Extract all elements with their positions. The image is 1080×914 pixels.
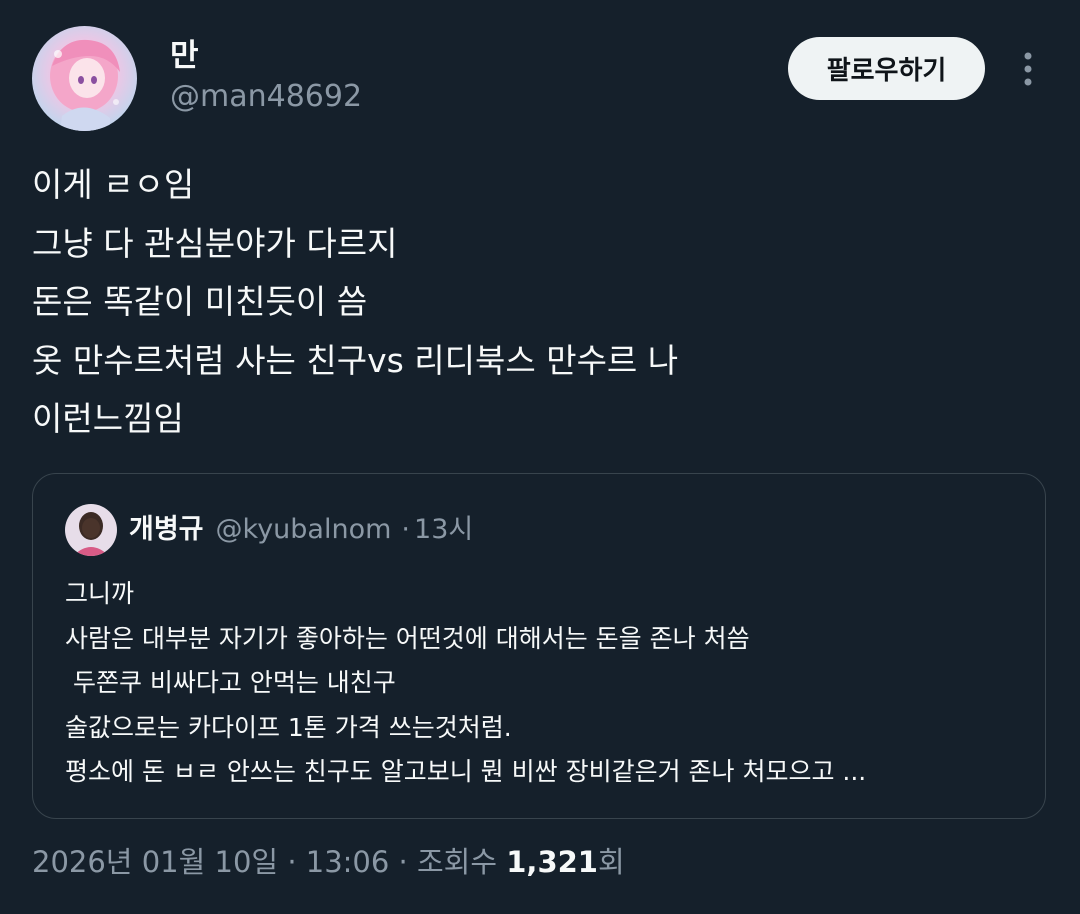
quoted-tweet-line: 평소에 돈 ㅂㄹ 안쓰는 친구도 알고보니 뭔 비싼 장비같은거 존나 처모으고…: [65, 757, 867, 786]
more-vertical-icon: [1024, 52, 1032, 86]
quoted-tweet-text: 그니까 사람은 대부분 자기가 좋아하는 어떤것에 대해서는 돈을 존나 처씀 …: [65, 572, 1025, 795]
separator-dot: ·: [287, 845, 297, 879]
anime-avatar-icon: [32, 26, 137, 131]
quoted-tweet-line: 두쫀쿠 비싸다고 안먹는 내친구: [65, 668, 396, 697]
quoted-tweet-card[interactable]: 개병규 @kyubalnom · 13시 그니까 사람은 대부분 자기가 좋아하…: [32, 473, 1046, 819]
quoted-author-name[interactable]: 개병규: [129, 510, 204, 550]
tweet-line: 돈은 똑같이 미친듯이 씀: [32, 282, 368, 321]
quoted-tweet-line: 술값으로는 카다이프 1톤 가격 쓰는것처럼.: [65, 712, 512, 742]
tweet-line: 그냥 다 관심분야가 다르지: [32, 223, 398, 263]
tweet-text: 이게 ㄹㅇ임 그냥 다 관심분야가 다르지 돈은 똑같이 미친듯이 씀 옷 만수…: [32, 156, 1048, 449]
views-suffix: 회: [597, 845, 625, 879]
quoted-author-handle[interactable]: @kyubalnom: [216, 510, 392, 550]
tweet-meta: 2026년 01월 10일 · 13:06 · 조회수 1,321회: [32, 842, 625, 882]
tweet-line: 옷 만수르처럼 사는 친구vs 리디북스 만수르 나: [32, 340, 679, 380]
tweet-line: 이런느낌임: [32, 399, 184, 438]
views-count: 1,321: [506, 845, 598, 879]
person-avatar-icon: [65, 504, 117, 556]
tweet-date[interactable]: 2026년 01월 10일: [32, 845, 278, 879]
author-handle[interactable]: @man48692: [170, 78, 362, 116]
separator-dot: ·: [398, 845, 408, 879]
quoted-tweet-line: 그니까: [65, 579, 135, 608]
tweet-time[interactable]: 13:06: [306, 845, 390, 879]
tweet-line: 이게 ㄹㅇ임: [32, 165, 195, 204]
author-avatar[interactable]: [32, 26, 137, 131]
quoted-author-avatar[interactable]: [65, 504, 117, 556]
more-options-button[interactable]: [1008, 46, 1048, 92]
separator-dot: ·: [401, 514, 411, 545]
quoted-tweet-header: 개병규 @kyubalnom · 13시: [129, 510, 473, 550]
author-display-name[interactable]: 만: [170, 36, 199, 76]
views-label: 조회수: [416, 845, 498, 879]
quoted-tweet-time[interactable]: 13시: [414, 510, 473, 550]
quoted-tweet-line: 사람은 대부분 자기가 좋아하는 어떤것에 대해서는 돈을 존나 처씀: [65, 623, 750, 653]
follow-button[interactable]: 팔로우하기: [788, 37, 985, 100]
